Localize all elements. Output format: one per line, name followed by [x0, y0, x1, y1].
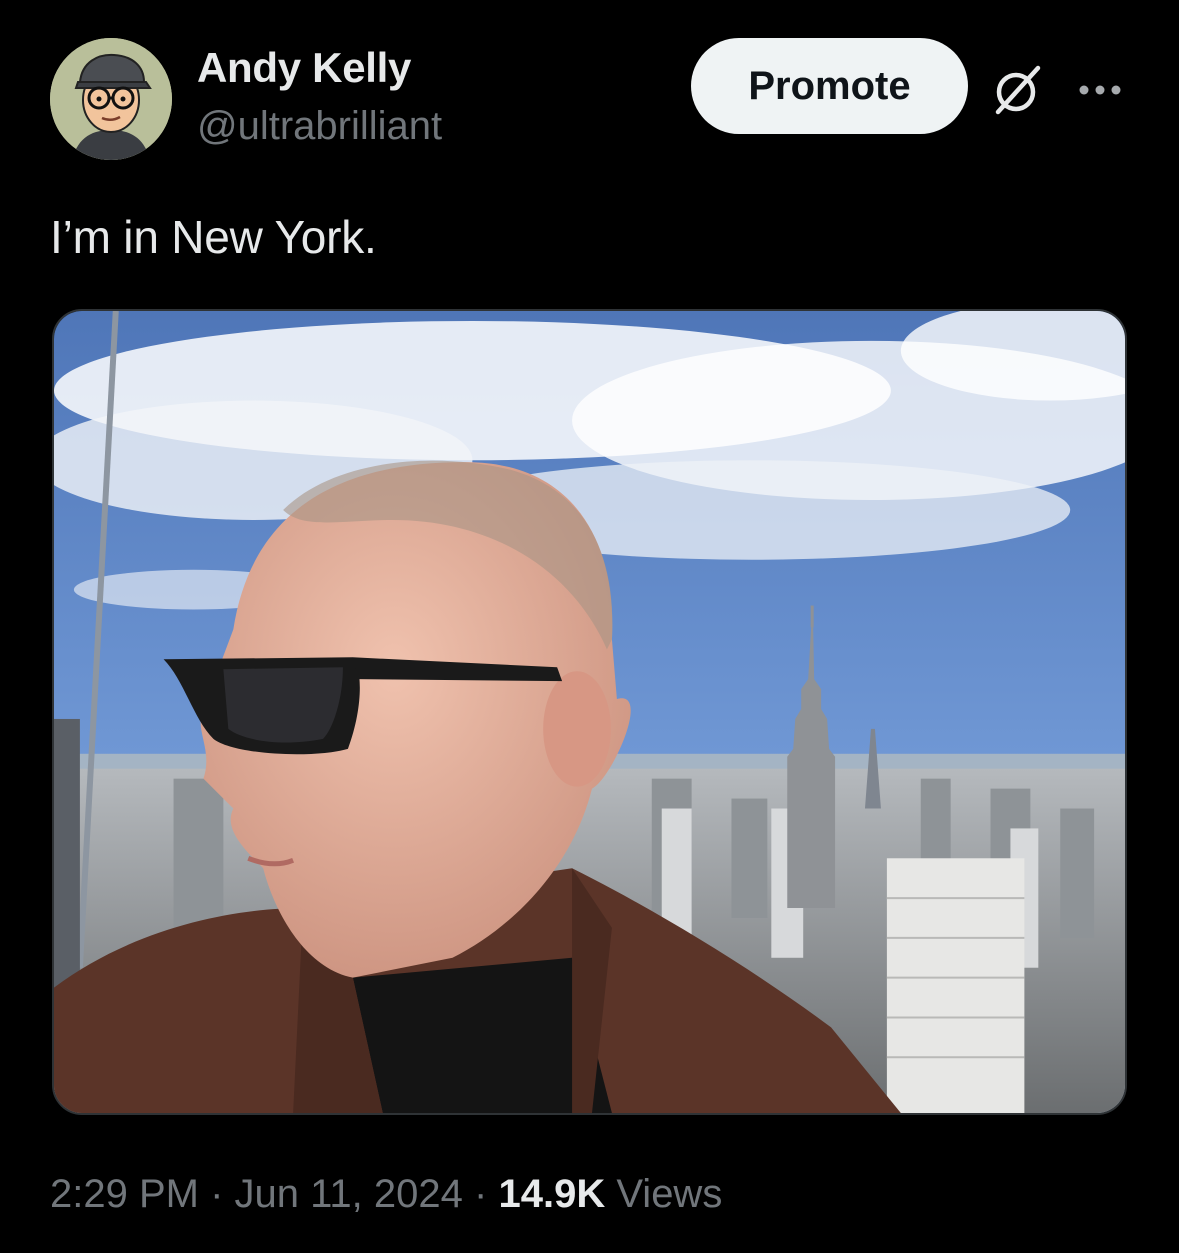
meta-separator: ·: [210, 1172, 224, 1216]
grok-icon[interactable]: [990, 62, 1046, 118]
tweet-date[interactable]: Jun 11, 2024: [235, 1172, 463, 1216]
tweet-text: I’m in New York.: [50, 211, 377, 263]
tweet: Andy Kelly @ultrabrilliant Promote I’m i…: [0, 0, 1179, 1253]
author-display-name[interactable]: Andy Kelly: [197, 44, 411, 92]
tweet-meta: 2:29 PM · Jun 11, 2024 · 14.9K Views: [50, 1172, 722, 1217]
tweet-time[interactable]: 2:29 PM: [50, 1172, 199, 1216]
promote-button[interactable]: Promote: [691, 38, 968, 134]
views-label[interactable]: Views: [616, 1172, 722, 1216]
more-icon[interactable]: [1072, 62, 1128, 118]
meta-separator: ·: [474, 1172, 488, 1216]
cartoon-avatar-icon: [50, 38, 172, 160]
author-handle[interactable]: @ultrabrilliant: [197, 104, 442, 149]
avatar[interactable]: [50, 38, 172, 160]
photo-nyc-skyline: [54, 311, 1125, 1113]
views-count[interactable]: 14.9K: [498, 1172, 605, 1216]
tweet-photo[interactable]: [52, 309, 1127, 1115]
